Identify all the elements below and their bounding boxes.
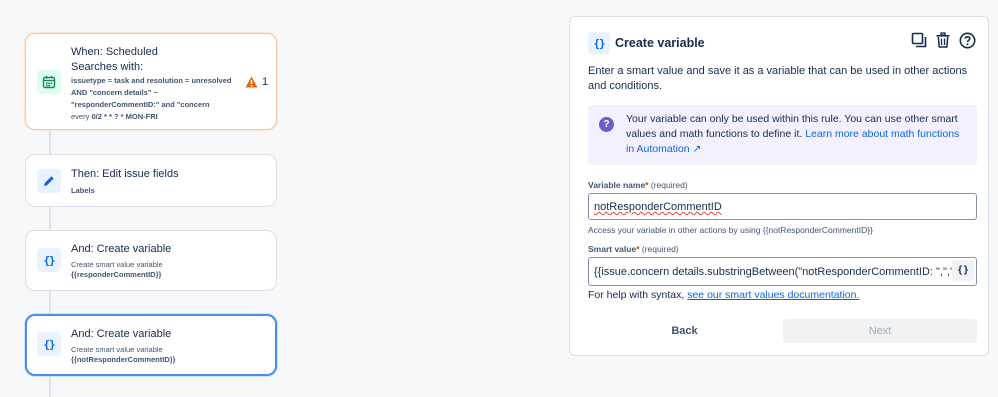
create-var-2-variable: {{notResponderCommentID}} <box>71 355 176 364</box>
edit-title: Then: Edit issue fields <box>71 168 179 180</box>
warning-badge[interactable]: 1 <box>245 76 268 88</box>
trigger-searches-label: Searches with: <box>71 61 144 73</box>
create-var-1-variable: {{responderCommentID}} <box>71 270 162 279</box>
create-var-1-subtitle: Create smart value variable <box>71 260 163 269</box>
trigger-schedule: every 0/2 * * ? * MON-FRI <box>71 112 158 121</box>
help-prefix: For help with syntax, <box>588 289 685 301</box>
action-card-edit-issue-fields[interactable]: Then: Edit issue fields Labels <box>25 154 277 207</box>
smart-value-text: {{issue.concern details.substringBetween… <box>594 266 965 278</box>
schedule-value: 0/2 * * ? * MON-FRI <box>91 112 158 121</box>
back-button[interactable]: Back <box>588 319 781 343</box>
calendar-icon <box>37 70 61 94</box>
schedule-prefix: every <box>71 112 90 121</box>
variable-name-value: notResponderCommentID <box>594 201 722 213</box>
create-var-2-title: And: Create variable <box>71 328 172 340</box>
trigger-jql-line-1: issuetype = task and resolution = unreso… <box>71 76 232 85</box>
variable-name-input[interactable]: notResponderCommentID <box>588 193 977 220</box>
pencil-icon <box>37 169 61 193</box>
variable-usage-hint: Access your variable in other actions by… <box>588 225 873 235</box>
help-icon[interactable] <box>958 31 976 49</box>
braces-icon: {} <box>37 332 61 356</box>
smart-values-docs-link[interactable]: see our smart values documentation. <box>687 289 859 301</box>
action-card-create-variable-1[interactable]: {} And: Create variable Create smart val… <box>25 230 277 291</box>
trash-icon[interactable] <box>934 31 952 49</box>
syntax-help: For help with syntax, see our smart valu… <box>588 289 859 301</box>
warning-count: 1 <box>262 76 269 88</box>
warning-icon <box>245 76 258 88</box>
variable-name-label: Variable name* (required) <box>588 180 688 190</box>
trigger-title: When: Scheduled <box>71 46 158 58</box>
create-var-1-title: And: Create variable <box>71 243 172 255</box>
next-button-disabled: Next <box>783 319 977 343</box>
trigger-card-scheduled[interactable]: When: Scheduled Searches with: issuetype… <box>25 33 277 130</box>
trigger-jql-line-3: "responderCommentID:" and "concern <box>71 100 210 109</box>
braces-icon: {} <box>588 32 610 54</box>
insert-smart-value-button[interactable]: {} <box>952 260 974 281</box>
question-icon: ? <box>599 117 614 132</box>
trigger-jql-line-2: AND "concern details" ~ <box>71 88 158 97</box>
edit-subtitle: Labels <box>71 186 95 195</box>
copy-icon[interactable] <box>910 31 928 49</box>
info-section-message: ? Your variable can only be used within … <box>588 105 977 165</box>
action-card-create-variable-2-selected[interactable]: {} And: Create variable Create smart val… <box>25 314 277 376</box>
required-indicator: (required) <box>650 180 688 190</box>
create-var-2-subtitle: Create smart value variable <box>71 345 163 354</box>
braces-icon: {} <box>37 248 61 272</box>
panel-title: Create variable <box>615 36 705 50</box>
smart-value-label: Smart value* (required) <box>588 244 679 254</box>
create-variable-panel: {} Create variable Enter a smart value a… <box>569 16 989 356</box>
smart-value-input[interactable]: {{issue.concern details.substringBetween… <box>588 257 977 286</box>
required-indicator: (required) <box>641 244 679 254</box>
variable-name-label-text: Variable name <box>588 180 646 190</box>
panel-description: Enter a smart value and save it as a var… <box>588 65 968 92</box>
smart-value-label-text: Smart value <box>588 244 637 254</box>
